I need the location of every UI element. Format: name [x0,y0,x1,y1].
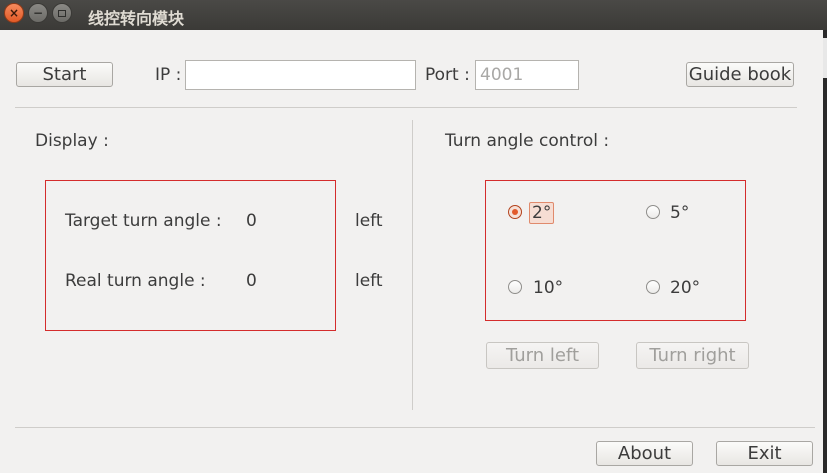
turn-left-button[interactable]: Turn left [486,342,599,369]
center-divider [412,120,413,410]
radio-10-degrees[interactable] [508,280,522,294]
radio-5-degrees-label[interactable]: 5° [670,203,689,223]
radio-2-degrees[interactable] [508,205,522,219]
exit-button[interactable]: Exit [716,441,813,466]
port-label: Port : [425,65,470,85]
close-window-button[interactable]: × [4,3,24,23]
port-placeholder: 4001 [480,65,524,85]
real-direction: left [355,271,383,291]
bottom-divider [15,427,815,428]
real-angle-value: 0 [246,271,257,291]
ip-label: IP : [155,65,182,85]
ip-input[interactable] [185,60,416,90]
about-button[interactable]: About [596,441,693,466]
close-icon: × [8,6,20,20]
top-divider [15,107,797,108]
display-box [45,180,336,331]
target-direction: left [355,211,383,231]
maximize-window-button[interactable] [52,3,72,23]
target-angle-value: 0 [246,211,257,231]
radio-20-degrees-label[interactable]: 20° [670,278,700,298]
guide-book-button[interactable]: Guide book [686,62,794,87]
radio-5-degrees[interactable] [646,205,660,219]
maximize-icon [58,9,66,17]
minimize-window-button[interactable]: − [28,3,48,23]
turn-right-button[interactable]: Turn right [636,342,749,369]
radio-20-degrees[interactable] [646,280,660,294]
target-angle-label: Target turn angle : [65,211,222,231]
window-edge [823,30,827,473]
edge-notch [823,38,827,78]
real-angle-label: Real turn angle : [65,271,206,291]
control-title: Turn angle control : [445,131,610,151]
title-bar: × − 线控转向模块 [0,0,827,30]
radio-10-degrees-label[interactable]: 10° [533,278,563,298]
start-button[interactable]: Start [16,62,113,87]
display-title: Display : [35,131,109,151]
port-input[interactable]: 4001 [475,60,579,90]
minimize-icon: − [32,6,44,20]
radio-2-degrees-label[interactable]: 2° [529,202,555,224]
window-title: 线控转向模块 [88,9,185,28]
angle-options-box [485,180,746,321]
